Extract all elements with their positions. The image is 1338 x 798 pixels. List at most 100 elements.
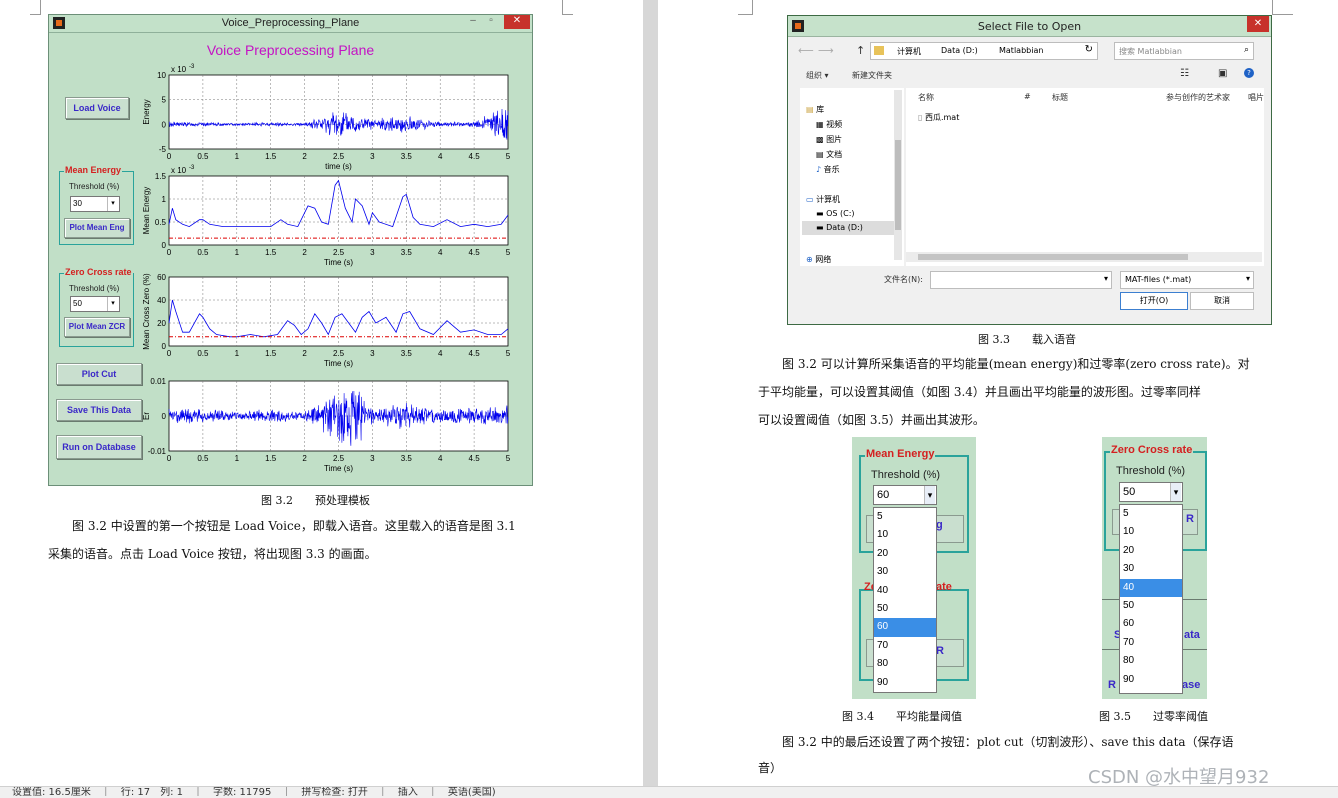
mean-option-70[interactable]: 70 <box>874 637 936 655</box>
nav-os-c[interactable]: ▬ OS (C:) <box>816 209 855 218</box>
path-seg-folder[interactable]: Matlabbian <box>999 46 1043 55</box>
back-icon[interactable]: ⟵ <box>798 44 814 57</box>
nav-data-d[interactable]: ▬ Data (D:) <box>802 221 902 235</box>
x-tick-label: 0.5 <box>197 454 209 463</box>
axis-exponent-power: -3 <box>189 64 195 70</box>
zero-cross-zoom-select[interactable]: 50 ▾ <box>1119 482 1183 502</box>
up-icon[interactable]: ↑ <box>856 44 865 57</box>
close-icon[interactable]: ✕ <box>1247 16 1269 32</box>
zero-cross-zoom-label: Zero Cross rate <box>1110 444 1194 456</box>
nav-scrollbar[interactable] <box>894 90 902 260</box>
column-album[interactable]: 唱片 <box>1248 92 1264 103</box>
refresh-icon[interactable]: ↻ <box>1085 44 1093 55</box>
file-item[interactable]: ▯ 西瓜.mat <box>918 112 959 123</box>
file-type-select[interactable]: MAT-files (*.mat) ▾ <box>1120 271 1254 289</box>
help-icon[interactable]: ? <box>1244 68 1254 78</box>
organize-menu[interactable]: 组织 ▾ <box>806 70 829 81</box>
nav-label: 库 <box>816 105 825 114</box>
file-icon: ▯ <box>918 113 923 122</box>
plane-heading: Voice Preprocessing Plane <box>206 42 375 58</box>
y-tick-label: 1 <box>162 195 167 204</box>
mean-option-50[interactable]: 50 <box>874 600 936 618</box>
y-tick-label: 0 <box>162 342 167 351</box>
address-bar[interactable]: 计算机 Data (D:) Matlabbian ↻ <box>870 42 1098 60</box>
zero-cross-options-list[interactable]: 5 10 20 30 40 50 60 70 80 90 <box>1119 504 1183 694</box>
path-seg-drive[interactable]: Data (D:) <box>941 46 978 55</box>
search-input[interactable]: 搜索 Matlabbian ⌕ <box>1114 42 1254 60</box>
minimize-icon[interactable]: – <box>466 15 480 29</box>
column-artist[interactable]: 参与创作的艺术家 <box>1166 92 1230 103</box>
x-axis-label: time (s) <box>325 162 352 171</box>
zero-option-90[interactable]: 90 <box>1120 671 1182 689</box>
zero-option-20[interactable]: 20 <box>1120 542 1182 560</box>
zero-option-60[interactable]: 60 <box>1120 615 1182 633</box>
path-seg-computer[interactable]: 计算机 <box>897 46 921 57</box>
mean-energy-threshold-select[interactable]: 30 ▾ <box>70 196 120 212</box>
zero-cross-threshold-select[interactable]: 50 ▾ <box>70 296 120 312</box>
mean-option-80[interactable]: 80 <box>874 655 936 673</box>
new-folder-button[interactable]: 新建文件夹 <box>852 70 892 81</box>
zero-option-10[interactable]: 10 <box>1120 523 1182 541</box>
mean-option-10[interactable]: 10 <box>874 526 936 544</box>
zero-option-5[interactable]: 5 <box>1120 505 1182 523</box>
music-icon: ♪ <box>816 165 822 174</box>
column-name[interactable]: 名称 <box>918 92 934 103</box>
x-tick-label: 1 <box>235 248 240 257</box>
selected-value: 60 <box>877 489 890 501</box>
save-data-button[interactable]: Save This Data <box>56 399 142 421</box>
maximize-icon[interactable]: ▫ <box>484 15 498 29</box>
chevron-down-icon: ▾ <box>107 297 118 311</box>
nav-documents[interactable]: ▤ 文档 <box>816 149 842 160</box>
scroll-thumb[interactable] <box>895 140 901 230</box>
column-title[interactable]: 标题 <box>1052 92 1068 103</box>
y-tick-label: 0 <box>162 241 167 250</box>
nav-network[interactable]: ⊕ 网络 <box>806 254 831 265</box>
mean-energy-group: Mean Energy Threshold (%) 30 ▾ Plot Mean… <box>59 165 134 245</box>
mean-energy-options-list[interactable]: 5 10 20 30 40 50 60 70 80 90 <box>873 507 937 693</box>
y-tick-label: 0.5 <box>155 218 167 227</box>
horizontal-scrollbar[interactable] <box>906 252 1262 262</box>
forward-icon[interactable]: ⟶ <box>818 44 834 57</box>
mean-option-5[interactable]: 5 <box>874 508 936 526</box>
plot-mean-eng-button[interactable]: Plot Mean Eng <box>64 218 130 238</box>
run-on-database-button[interactable]: Run on Database <box>56 435 142 459</box>
x-tick-label: 4 <box>438 248 443 257</box>
x-tick-label: 1.5 <box>265 349 277 358</box>
zero-option-80[interactable]: 80 <box>1120 652 1182 670</box>
cancel-button[interactable]: 取消 <box>1190 292 1254 310</box>
nav-label: 图片 <box>826 135 843 144</box>
zero-option-40[interactable]: 40 <box>1120 578 1182 597</box>
plot-cut-button[interactable]: Plot Cut <box>56 363 142 385</box>
filename-label: 文件名(N): <box>884 275 923 284</box>
plot-mean-zcr-button[interactable]: Plot Mean ZCR <box>64 317 130 337</box>
nav-music[interactable]: ♪ 音乐 <box>816 164 840 175</box>
nav-label: 音乐 <box>823 165 840 174</box>
view-icon[interactable]: ☷ <box>1180 68 1189 79</box>
mean-energy-zoom-select[interactable]: 60 ▾ <box>873 485 937 505</box>
nav-label: OS (C:) <box>826 209 855 218</box>
load-voice-button[interactable]: Load Voice <box>65 97 129 119</box>
close-icon[interactable]: ✕ <box>504 15 530 29</box>
network-icon: ⊕ <box>806 255 813 264</box>
column-number[interactable]: # <box>1024 92 1031 101</box>
zero-option-30[interactable]: 30 <box>1120 560 1182 578</box>
zero-cross-zoom-panel: Zero Cross rate Threshold (%) 50 ▾ R S a… <box>1102 437 1207 699</box>
mean-option-60[interactable]: 60 <box>874 618 936 637</box>
nav-pictures[interactable]: ▩ 图片 <box>816 134 842 145</box>
mean-option-20[interactable]: 20 <box>874 545 936 563</box>
nav-videos[interactable]: ▦ 视频 <box>816 119 842 130</box>
y-axis-label: Er <box>142 412 151 420</box>
nav-libraries[interactable]: ▤ 库 <box>806 104 824 115</box>
mean-energy-zoom-panel: Mean Energy Threshold (%) 60 ▾ g Ze ate … <box>852 437 976 699</box>
scroll-thumb[interactable] <box>918 254 1188 260</box>
filename-input[interactable]: ▾ <box>930 271 1112 289</box>
zero-option-50[interactable]: 50 <box>1120 597 1182 615</box>
mean-option-40[interactable]: 40 <box>874 582 936 600</box>
mean-option-90[interactable]: 90 <box>874 674 936 692</box>
zero-option-70[interactable]: 70 <box>1120 634 1182 652</box>
open-button[interactable]: 打开(O) <box>1120 292 1188 310</box>
drive-icon: ▬ <box>816 209 824 218</box>
nav-computer[interactable]: ▭ 计算机 <box>806 194 840 205</box>
mean-option-30[interactable]: 30 <box>874 563 936 581</box>
preview-pane-icon[interactable]: ▣ <box>1218 68 1227 79</box>
